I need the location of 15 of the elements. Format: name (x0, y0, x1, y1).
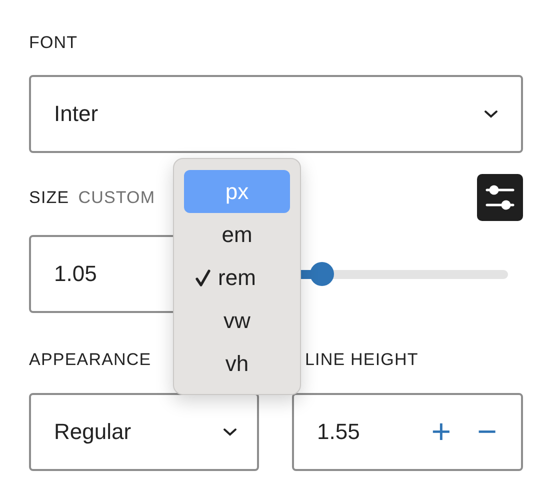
field-label: LINE HEIGHT (305, 350, 420, 370)
chevron-down-icon (223, 428, 237, 436)
field-label: APPEARANCE (29, 350, 152, 370)
increment-button[interactable]: + (431, 412, 452, 452)
field-label: FONT (29, 33, 79, 53)
unit-label: CUSTOM (78, 188, 156, 208)
chevron-down-icon (484, 110, 498, 118)
menu-item[interactable]: vh (184, 342, 290, 385)
font-select[interactable]: Inter (29, 75, 523, 153)
line-height-field[interactable]: 1.55 + − (292, 393, 523, 471)
line-height-value: 1.55 (317, 419, 360, 445)
decrement-button[interactable]: − (477, 412, 497, 452)
field-label: SIZE (29, 188, 70, 208)
slider-thumb[interactable] (310, 262, 334, 286)
sliders-icon[interactable] (477, 174, 523, 221)
